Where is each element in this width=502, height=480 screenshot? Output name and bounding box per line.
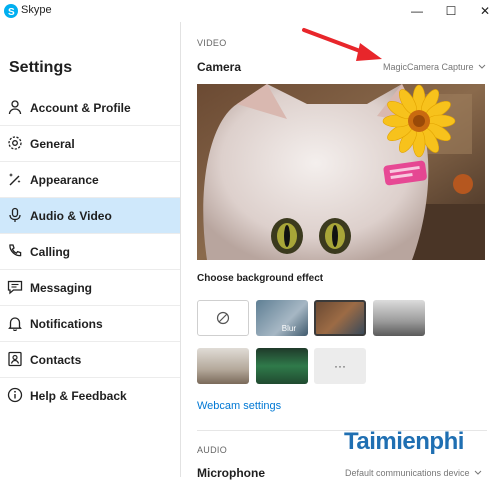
window-title: Skype [21,4,52,16]
sidebar-item-help-feedback[interactable]: Help & Feedback [0,378,180,414]
audio-section-label: AUDIO [197,445,228,455]
sidebar-item-general[interactable]: General [0,126,180,162]
chevron-down-icon [478,64,486,69]
gear-icon [8,136,22,150]
sidebar-item-appearance[interactable]: Appearance [0,162,180,198]
sidebar-item-label: Contacts [30,352,82,367]
webcam-settings-link[interactable]: Webcam settings [197,400,281,412]
bg-tile-room[interactable] [373,300,425,336]
sidebar-item-audio-video[interactable]: Audio & Video [0,198,180,234]
sidebar-item-label: Messaging [30,280,93,295]
camera-preview [197,84,485,260]
bg-tile-office[interactable] [314,300,366,336]
bg-tile-green-room[interactable] [256,348,308,384]
contacts-icon [8,351,22,367]
sidebar-title: Settings [9,59,73,76]
person-icon [8,100,22,115]
phone-icon [9,244,22,257]
red-arrow-annotation [302,28,382,61]
bg-tile-window[interactable] [197,348,249,384]
skype-logo-icon: S [4,4,18,18]
sidebar-item-label: Account & Profile [30,100,131,115]
sidebar-item-label: Appearance [30,172,99,187]
svg-text:S: S [8,7,15,18]
bg-tile-none[interactable] [197,300,249,336]
watermark-text: Taimienphi [344,428,464,455]
chevron-down-icon [474,470,482,475]
camera-label: Camera [197,60,242,74]
sidebar-item-label: Audio & Video [30,208,112,223]
background-effect-label: Choose background effect [197,273,324,284]
title-bar: S Skype — ☐ ✕ [0,0,502,22]
sidebar-item-label: General [30,136,75,151]
bg-tile-blur[interactable]: Blur [256,300,308,336]
no-effect-icon [216,311,230,325]
bg-tile-blur-label: Blur [281,324,296,333]
chat-icon [7,280,23,295]
video-section-label: VIDEO [197,38,227,48]
microphone-label: Microphone [197,466,265,480]
magic-wand-icon [9,173,21,186]
more-options-icon: ··· [334,359,346,373]
sidebar-item-account-profile[interactable]: Account & Profile [0,90,180,126]
sidebar-item-label: Calling [30,244,71,259]
sidebar-item-messaging[interactable]: Messaging [0,270,180,306]
camera-dropdown[interactable]: MagicCamera Capture [383,62,486,72]
minimize-button[interactable]: — [400,0,434,22]
microphone-icon [9,207,21,222]
bg-tile-more-button[interactable]: ··· [314,348,366,384]
settings-sidebar: Settings Account & Profile General Appea… [0,22,181,477]
bell-icon [8,317,22,331]
info-icon [7,387,23,403]
sidebar-item-calling[interactable]: Calling [0,234,180,270]
sidebar-item-label: Notifications [30,316,103,331]
maximize-button[interactable]: ☐ [434,0,468,22]
sidebar-item-contacts[interactable]: Contacts [0,342,180,378]
watermark-logo: Taimienphi [344,428,464,456]
close-button[interactable]: ✕ [468,0,502,22]
sidebar-item-label: Help & Feedback [30,389,127,403]
sidebar-item-notifications[interactable]: Notifications [0,306,180,342]
